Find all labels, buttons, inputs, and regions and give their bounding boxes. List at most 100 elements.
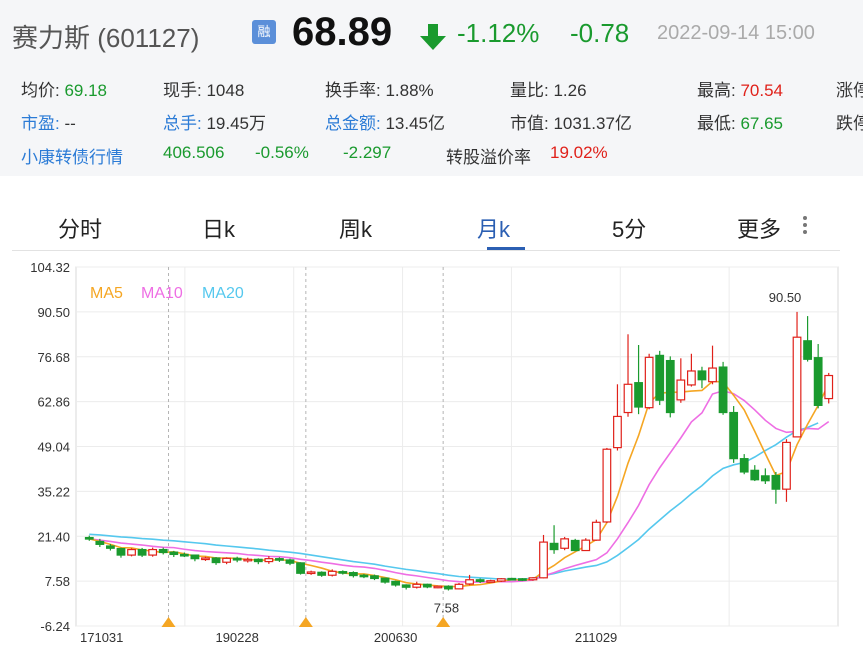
candle-body	[454, 583, 464, 590]
candle-body	[84, 536, 94, 540]
candle-body	[190, 554, 200, 560]
candle-body	[591, 521, 601, 541]
x-tick-label: 190228	[215, 630, 258, 645]
candle-body	[782, 441, 791, 490]
conversion-premium-label: 转股溢价率	[446, 148, 531, 167]
y-tick-label: 90.50	[37, 305, 70, 320]
candle-body	[232, 557, 242, 561]
x-tick-label: 200630	[374, 630, 417, 645]
candle-body	[380, 577, 390, 583]
candle-body	[486, 580, 496, 583]
candle-body	[370, 575, 379, 580]
margin-trading-badge[interactable]: 融	[252, 20, 276, 44]
candle-body	[285, 559, 295, 564]
more-dots-icon[interactable]	[802, 214, 808, 236]
quote-header: 赛力斯 (601127) 融 68.89 -1.12% -0.78 2022-0…	[0, 0, 863, 176]
candle-body	[655, 354, 665, 401]
candle-body	[613, 415, 622, 449]
ma5-line	[89, 380, 830, 588]
candle-body	[507, 577, 517, 581]
day-high: 最高: 70.54	[697, 81, 784, 100]
candle-body	[317, 571, 327, 576]
bond-change-percent: -0.56%	[255, 143, 309, 162]
candle-body	[412, 583, 422, 588]
arrow-down-icon	[420, 24, 446, 50]
bond-price: 406.506	[163, 143, 225, 162]
candle-body	[253, 558, 263, 563]
candle-body	[570, 539, 580, 552]
candle-body	[296, 562, 305, 574]
candle-body	[792, 336, 802, 438]
candle-body	[391, 580, 401, 586]
candle-body	[401, 584, 411, 588]
candle-body	[444, 585, 453, 590]
candle-body	[179, 553, 189, 557]
candle-body	[158, 548, 168, 554]
monthly-k-chart[interactable]: 104.32 90.50 76.68 62.86 49.04 35.22 21.40 7.58…	[0, 262, 863, 648]
day-low: 最低: 67.65	[697, 114, 784, 133]
tab-monthly-k[interactable]: 月k	[477, 212, 510, 244]
total-amount[interactable]: 总金额: 13.45亿	[325, 109, 445, 134]
tab-intraday[interactable]: 分时	[58, 212, 102, 244]
candle-body	[528, 577, 538, 581]
y-tick-label: 49.04	[37, 440, 70, 455]
candle-body	[137, 548, 147, 556]
candle-body	[211, 557, 221, 564]
y-tick-label: 76.68	[37, 350, 70, 365]
candle-body	[338, 571, 348, 574]
candle-body	[275, 558, 284, 561]
tab-more[interactable]: 更多	[737, 212, 781, 244]
candle-body	[169, 551, 179, 556]
tab-daily-k[interactable]: 日k	[202, 212, 235, 244]
active-tab-underline	[487, 247, 525, 250]
candle-body	[665, 359, 675, 414]
legend-item: MA20	[202, 285, 244, 302]
legend-item: MA5	[90, 285, 123, 302]
max-price-annotation: 90.50	[769, 290, 802, 305]
convertible-bond-link[interactable]: 小康转债行情	[21, 143, 123, 168]
candle-body	[264, 558, 274, 563]
quote-datetime: 2022-09-14 15:00	[657, 22, 815, 44]
candle-body	[644, 356, 654, 409]
candle-body	[148, 548, 158, 556]
candle-body	[813, 357, 823, 406]
volume-ratio: 量比: 1.26	[510, 81, 587, 100]
candle-body	[127, 548, 136, 556]
limit-down-label: 跌停	[836, 114, 863, 133]
candle-body	[222, 557, 232, 563]
stock-name: 赛力斯 (601127)	[12, 23, 200, 53]
candle-body	[634, 382, 643, 408]
candle-body	[771, 474, 781, 490]
candle-body	[475, 579, 485, 582]
candle-body	[201, 557, 210, 561]
candle-body	[708, 367, 717, 383]
candle-body	[95, 540, 105, 545]
tab-weekly-k[interactable]: 周k	[339, 212, 372, 244]
candle-body	[760, 475, 770, 482]
pe-ratio[interactable]: 市盈: --	[21, 109, 76, 134]
change-amount: -0.78	[570, 18, 630, 48]
current-hand: 现手: 1048	[163, 81, 245, 100]
candle-body	[718, 366, 728, 414]
tab-5-minute[interactable]: 5分	[612, 212, 646, 244]
candle-body	[433, 585, 443, 589]
x-tick-label: 211029	[575, 630, 617, 645]
x-tick-label: 171031	[80, 630, 123, 645]
candle-body	[539, 541, 548, 579]
market-cap: 市值: 1031.37亿	[510, 114, 632, 133]
y-tick-label: 62.86	[37, 395, 70, 410]
candle-body	[359, 574, 369, 578]
candle-body	[581, 539, 591, 552]
y-tick-label: -6.24	[40, 619, 70, 634]
candle-body	[465, 579, 474, 585]
y-tick-label: 7.58	[45, 574, 70, 589]
candle-body	[750, 469, 760, 481]
candle-body	[496, 578, 506, 582]
event-marker-icon	[161, 617, 176, 627]
candle-body	[803, 340, 812, 360]
change-percent: -1.12%	[457, 18, 540, 48]
y-tick-label: 104.32	[30, 262, 70, 275]
total-volume[interactable]: 总手: 19.45万	[163, 109, 266, 134]
current-price: 68.89	[292, 10, 393, 54]
period-tabs: 分时 日k 周k 月k 5分 更多	[12, 200, 840, 251]
